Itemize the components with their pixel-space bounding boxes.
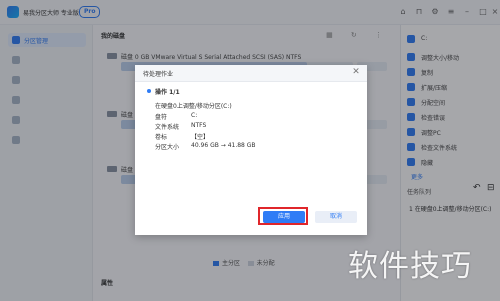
partition-size-label: 分区大小 [155, 144, 180, 151]
cancel-button[interactable]: 取消 [315, 211, 357, 223]
drive-letter-value: C: [191, 112, 198, 119]
dialog-title: 待处理作业 [143, 71, 174, 78]
operation-counter: 操作 1/1 [155, 89, 180, 96]
watermark: 软件技巧 [348, 249, 472, 284]
filesystem-label: 文件系统 [155, 124, 180, 131]
operation-description: 在硬盘0上调整/移动分区(C:) [155, 103, 232, 110]
filesystem-value: NTFS [191, 122, 207, 129]
pending-operations-dialog: 待处理作业 ✕ 操作 1/1 在硬盘0上调整/移动分区(C:) 盘符 C: 文件… [135, 65, 367, 235]
drive-letter-label: 盘符 [155, 114, 168, 121]
partition-size-value: 40.96 GB → 41.88 GB [191, 142, 256, 149]
close-icon[interactable]: ✕ [351, 67, 361, 77]
volume-label-label: 卷标 [155, 134, 168, 141]
volume-label-value: 【空】 [191, 134, 210, 141]
apply-button[interactable]: 应用 [263, 211, 305, 223]
dialog-header: 待处理作业 ✕ [135, 65, 367, 82]
bullet-icon [147, 89, 151, 93]
